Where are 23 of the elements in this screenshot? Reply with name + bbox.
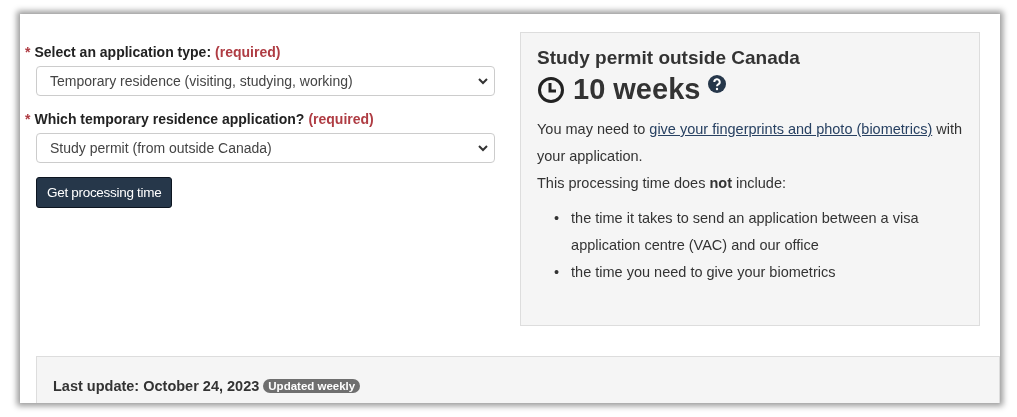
- biometrics-sentence: You may need to give your fingerprints and photo (biometrics) with your application.: [537, 120, 963, 166]
- chevron-down-icon: [478, 144, 488, 152]
- select-field[interactable]: Temporary residence (visiting, studying, working): [36, 66, 495, 96]
- required-note: (required): [308, 111, 374, 127]
- help-icon[interactable]: [708, 75, 727, 93]
- updated-weekly-badge: Updated weekly: [263, 379, 361, 393]
- clock-icon: [537, 75, 565, 104]
- chevron-down-icon: [478, 77, 488, 85]
- field-label: Select an application type:: [34, 44, 212, 60]
- bullet-marker: •: [554, 263, 560, 282]
- processing-time: 10 weeks: [573, 73, 701, 106]
- required-asterisk: *: [25, 44, 31, 60]
- get-processing-time-button[interactable]: Get processing time: [36, 177, 173, 208]
- bullet-text: the time you need to give your biometrics: [571, 263, 836, 282]
- field-label: Which temporary residence application?: [34, 111, 305, 127]
- required-note: (required): [215, 44, 281, 60]
- result-title: Study permit outside Canada: [537, 47, 801, 69]
- required-asterisk: *: [25, 111, 31, 127]
- biometrics-link[interactable]: give your fingerprints and photo (biometrics): [649, 121, 933, 137]
- exclusion-note: This processing time does not include:: [537, 174, 788, 193]
- last-update-text: Last update: October 24, 2023: [53, 378, 260, 394]
- select-field[interactable]: Study permit (from outside Canada): [36, 133, 495, 163]
- bullet-marker: •: [554, 209, 560, 228]
